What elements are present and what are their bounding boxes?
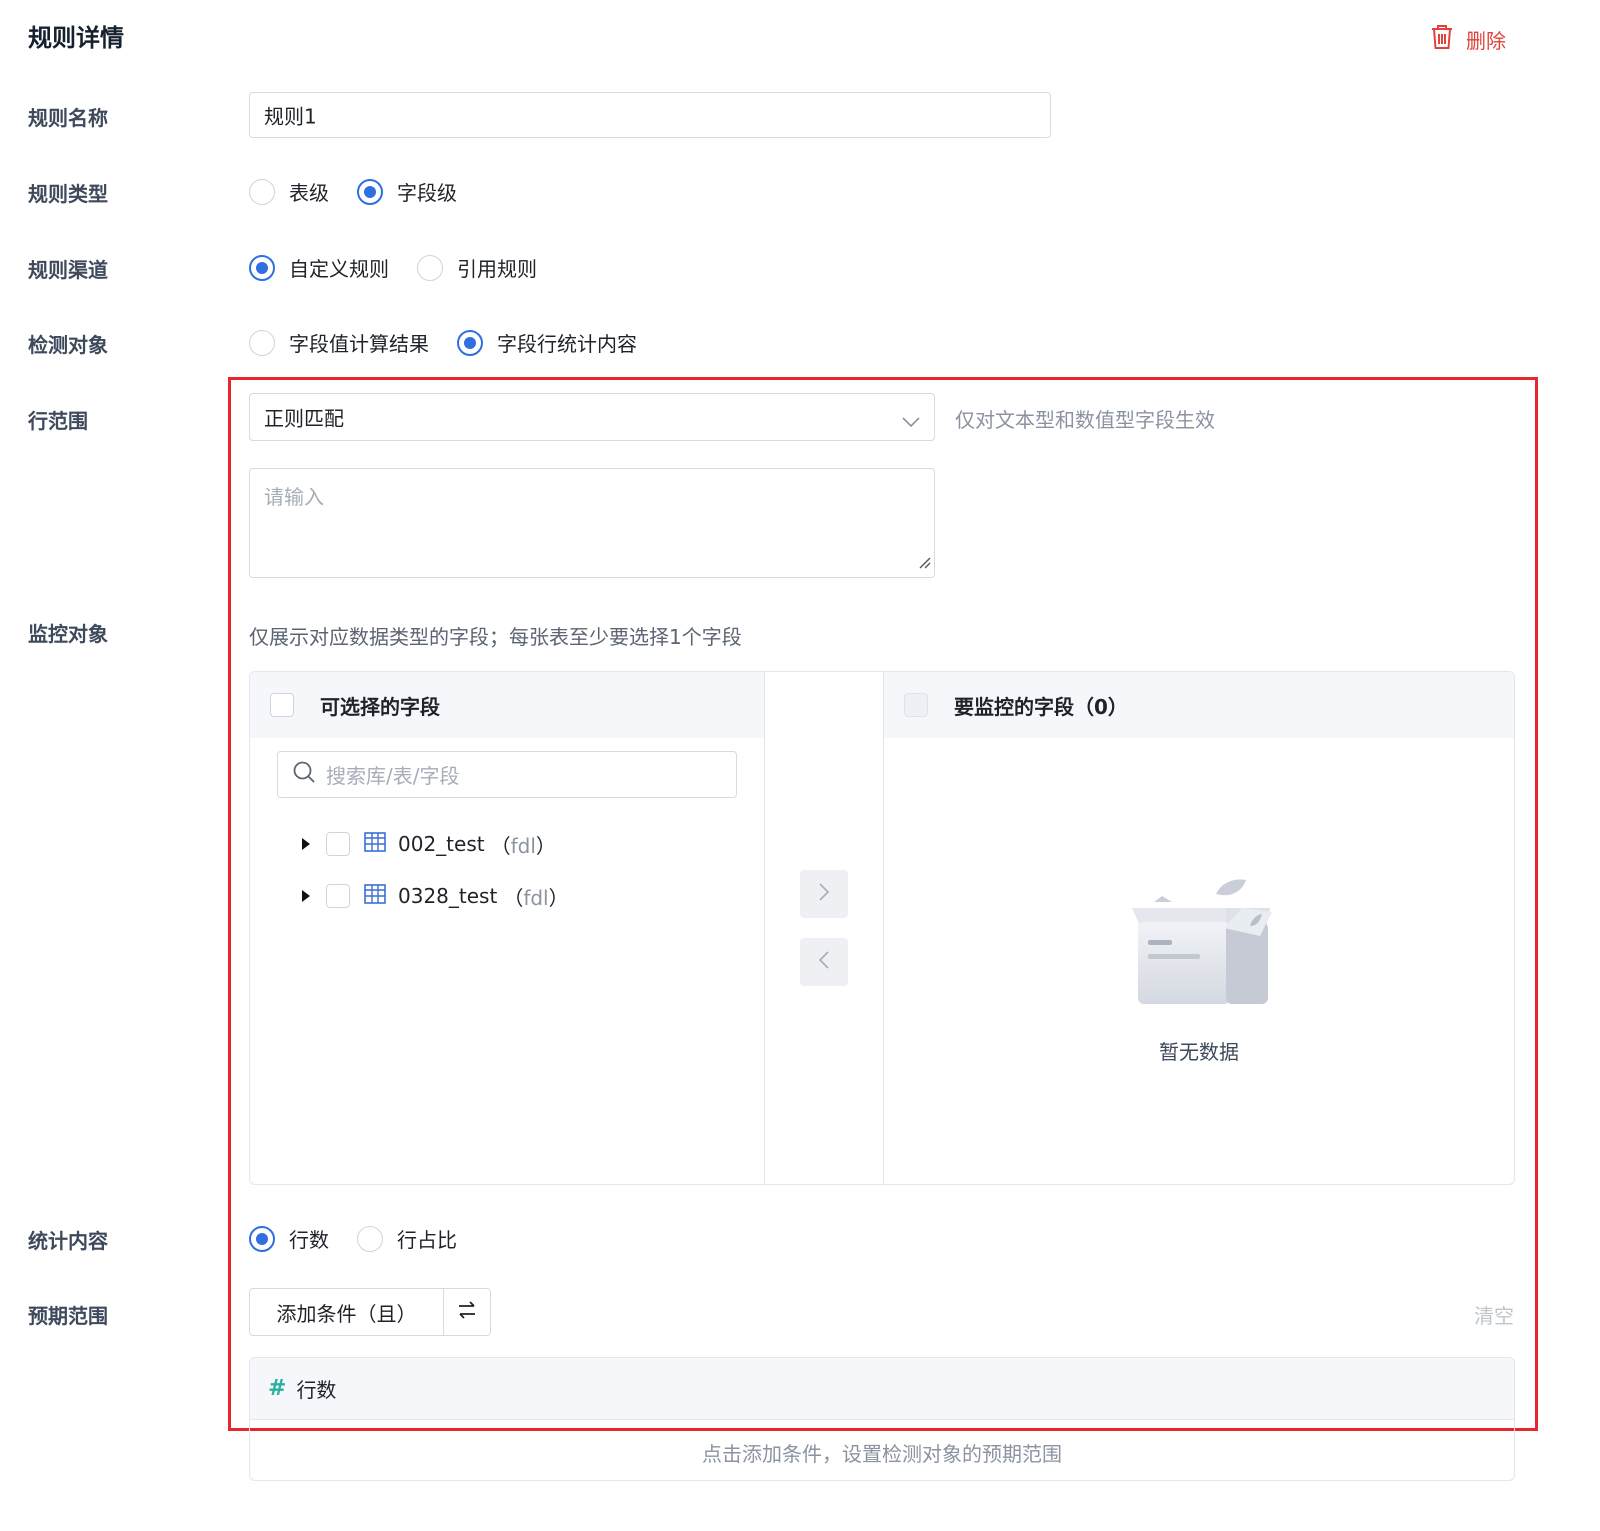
stat-content-label: 统计内容 <box>28 1229 108 1253</box>
rule-channel-radio-group: 自定义规则 引用规则 <box>249 253 565 282</box>
empty-box-illustration-icon <box>1126 872 1276 1013</box>
tree-node-002_test[interactable]: 002_test （fdl） <box>302 829 556 859</box>
expected-range-label: 预期范围 <box>28 1304 108 1328</box>
monitor-target-hint: 仅展示对应数据类型的字段；每张表至少要选择1个字段 <box>249 625 742 649</box>
radio-custom-rule[interactable]: 自定义规则 <box>249 253 389 282</box>
available-fields-title: 可选择的字段 <box>320 694 440 719</box>
textarea-placeholder: 请输入 <box>264 485 324 509</box>
monitored-fields-panel: 要监控的字段（0） 暂无数据 <box>883 672 1514 1184</box>
radio-row-count[interactable]: 行数 <box>249 1224 329 1253</box>
select-all-checkbox[interactable] <box>270 693 294 717</box>
swap-icon <box>457 1300 477 1324</box>
rule-type-label: 规则类型 <box>28 182 108 206</box>
stat-content-radio-group: 行数 行占比 <box>249 1224 485 1253</box>
monitored-select-all-checkbox[interactable] <box>904 693 928 717</box>
available-fields-panel: 可选择的字段 搜索库/表/字段 002_test （fdl） 0328_test… <box>250 672 765 1184</box>
resize-handle-icon[interactable] <box>917 550 931 574</box>
radio-field-level[interactable]: 字段级 <box>357 177 457 206</box>
regex-textarea[interactable]: 请输入 <box>249 468 935 578</box>
field-transfer: 可选择的字段 搜索库/表/字段 002_test （fdl） 0328_test… <box>249 671 1515 1185</box>
radio-circle <box>417 254 443 281</box>
condition-field-name: 行数 <box>296 1378 337 1402</box>
move-right-button[interactable] <box>800 870 848 918</box>
radio-circle-selected <box>357 178 383 205</box>
expand-arrow-icon[interactable] <box>302 890 310 902</box>
table-icon <box>364 883 386 909</box>
clear-button[interactable]: 清空 <box>1474 1300 1514 1329</box>
toggle-logic-button[interactable] <box>444 1289 490 1335</box>
delete-button[interactable]: 删除 <box>1430 24 1506 55</box>
rule-channel-label: 规则渠道 <box>28 258 108 282</box>
detect-target-label: 检测对象 <box>28 333 108 357</box>
chevron-right-icon <box>818 882 830 907</box>
row-range-select-value: 正则匹配 <box>264 406 344 431</box>
tree-node-checkbox[interactable] <box>326 832 350 856</box>
radio-circle-selected <box>457 329 483 356</box>
rule-type-radio-group: 表级 字段级 <box>249 177 485 206</box>
radio-field-value-result[interactable]: 字段值计算结果 <box>249 328 429 357</box>
trash-icon <box>1430 24 1454 55</box>
row-range-label: 行范围 <box>28 409 88 433</box>
row-range-select[interactable]: 正则匹配 <box>249 393 935 441</box>
condition-panel: # 行数 点击添加条件，设置检测对象的预期范围 <box>249 1357 1515 1481</box>
condition-button-group: 添加条件（且） <box>249 1288 491 1336</box>
move-left-button[interactable] <box>800 938 848 986</box>
page-title: 规则详情 <box>28 24 124 52</box>
monitor-target-label: 监控对象 <box>28 622 108 646</box>
number-hash-icon: # <box>268 1376 287 1401</box>
field-search-input[interactable]: 搜索库/表/字段 <box>277 751 737 798</box>
expand-arrow-icon[interactable] <box>302 838 310 850</box>
chevron-down-icon <box>902 409 920 433</box>
row-range-hint: 仅对文本型和数值型字段生效 <box>955 408 1215 432</box>
delete-label: 删除 <box>1466 29 1506 53</box>
radio-circle <box>249 178 275 205</box>
monitored-fields-header: 要监控的字段（0） <box>884 672 1514 738</box>
table-icon <box>364 831 386 857</box>
radio-table-level[interactable]: 表级 <box>249 177 329 206</box>
radio-circle <box>249 329 275 356</box>
radio-row-ratio[interactable]: 行占比 <box>357 1224 457 1253</box>
rule-name-label: 规则名称 <box>28 106 108 130</box>
tree-node-checkbox[interactable] <box>326 884 350 908</box>
add-condition-button[interactable]: 添加条件（且） <box>250 1289 444 1335</box>
tree-node-0328_test[interactable]: 0328_test （fdl） <box>302 881 569 911</box>
condition-empty-hint: 点击添加条件，设置检测对象的预期范围 <box>702 1442 1062 1466</box>
rule-name-input[interactable]: 规则1 <box>249 92 1051 138</box>
chevron-left-icon <box>818 950 830 975</box>
search-placeholder: 搜索库/表/字段 <box>326 764 460 788</box>
rule-name-value: 规则1 <box>264 104 317 129</box>
radio-circle-selected <box>249 1225 275 1252</box>
radio-circle <box>357 1225 383 1252</box>
empty-state-text: 暂无数据 <box>1159 1040 1239 1064</box>
condition-header: # 行数 <box>250 1358 1514 1420</box>
radio-reference-rule[interactable]: 引用规则 <box>417 253 537 282</box>
radio-field-row-stats[interactable]: 字段行统计内容 <box>457 328 637 357</box>
detect-target-radio-group: 字段值计算结果 字段行统计内容 <box>249 328 665 357</box>
search-icon <box>292 760 316 789</box>
monitored-fields-title: 要监控的字段（0） <box>954 694 1128 719</box>
available-fields-header: 可选择的字段 <box>250 672 764 738</box>
radio-circle-selected <box>249 254 275 281</box>
